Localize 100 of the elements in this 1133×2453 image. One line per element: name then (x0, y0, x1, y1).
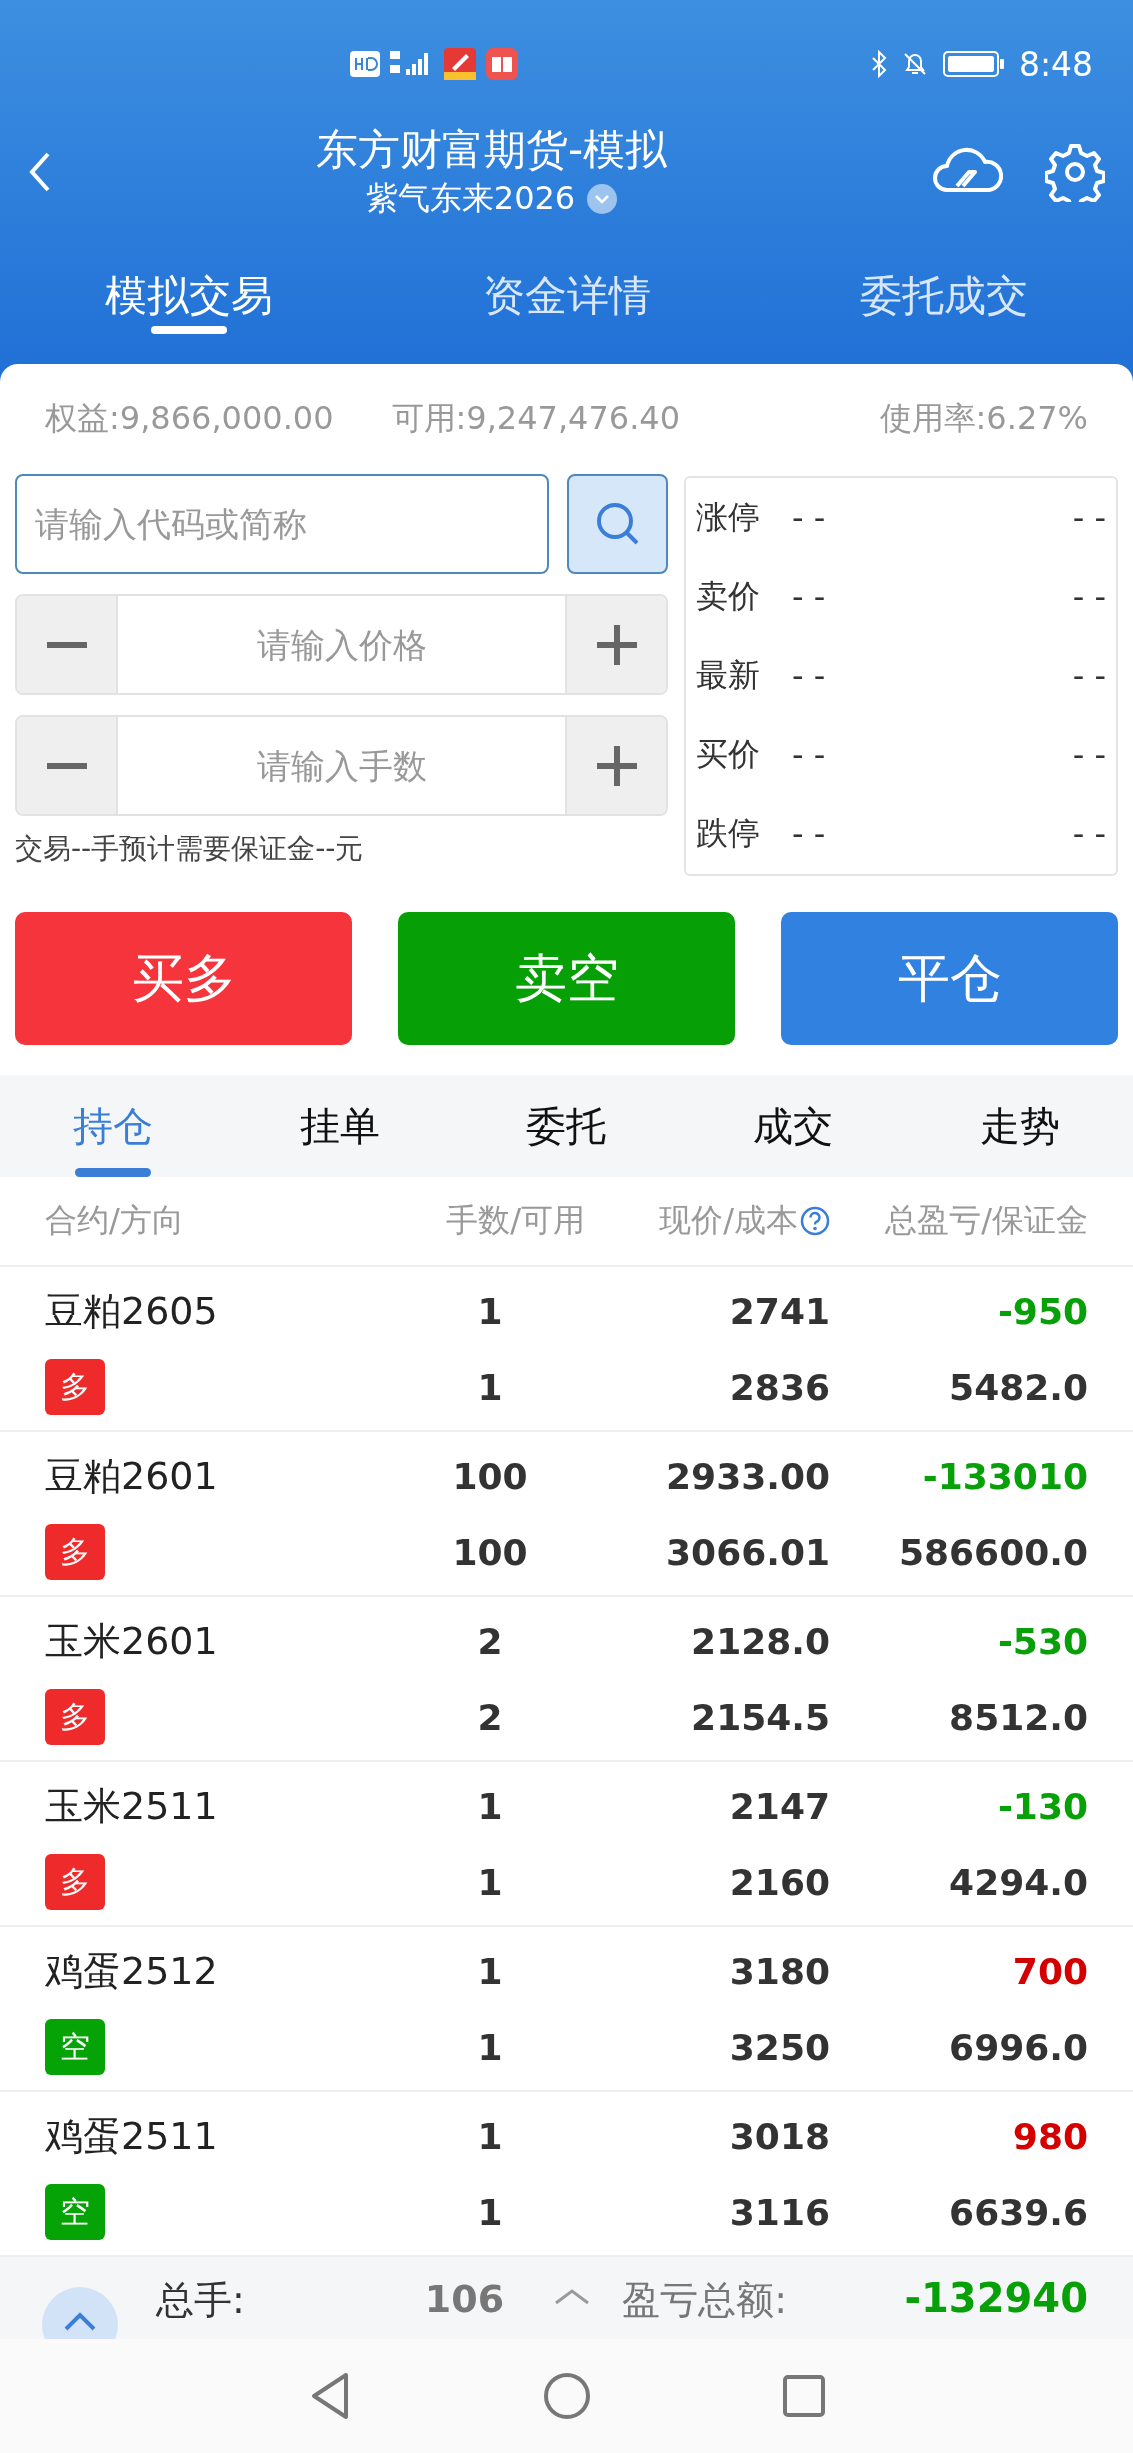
table-cell-text: 2154.5 (690, 1696, 830, 1738)
position-row[interactable]: 玉米2511 1 2147 -130 多 1 2160 4294.0 (0, 1762, 1133, 1927)
table-cell-text: 5482.0 (948, 1366, 1088, 1408)
table-cell-text: 2 (476, 1620, 504, 1662)
minus-button[interactable] (17, 596, 116, 693)
table-cell-text: 3180 (728, 1950, 830, 1992)
quote-label: 涨停 (696, 496, 761, 538)
table-cell-text: 100 (451, 1531, 529, 1573)
position-row[interactable]: 玉米2601 2 2128.0 -530 多 2 2154.5 8512.0 (0, 1597, 1133, 1762)
margin-note: 交易--手预计需要保证金--元 (15, 831, 365, 867)
tab[interactable]: 委托成交 (755, 234, 1133, 336)
notes-app-icon (444, 48, 476, 80)
home-nav-icon[interactable] (541, 2371, 592, 2421)
settings-icon[interactable] (1045, 142, 1105, 202)
price-field[interactable]: 请输入价格 (15, 594, 668, 695)
table-cell-text: 2741 (728, 1290, 830, 1332)
table-cell-text: 3066.01 (665, 1531, 830, 1573)
dropdown-icon[interactable] (587, 184, 618, 214)
column-header: 总盈亏/保证金 (885, 1200, 1088, 1241)
plus-icon (596, 745, 637, 786)
quote-value: - - (1072, 736, 1106, 775)
app-title: 东方财富期货-模拟 (315, 124, 668, 176)
table-cell-text: 700 (1011, 1950, 1088, 1992)
tab[interactable]: 委托 (453, 1075, 680, 1177)
tab[interactable]: 模拟交易 (0, 234, 378, 336)
quote-value: - - (1072, 656, 1106, 695)
table-cell-text: 8512.0 (948, 1696, 1088, 1738)
table-cell-text: 2128.0 (690, 1620, 830, 1662)
equity-text: 权益:9,866,000.00 (45, 398, 334, 439)
table-cell-text: 鸡蛋2511 (45, 2112, 219, 2160)
hd-icon (350, 51, 380, 77)
table-cell-text: -130 (996, 1785, 1088, 1827)
minus-button[interactable] (17, 717, 116, 814)
table-cell-text: 586600.0 (897, 1531, 1088, 1573)
available-text: 可用:9,247,476.40 (391, 398, 681, 439)
quote-value: - - (792, 656, 827, 695)
table-cell-text: 6639.6 (948, 2191, 1088, 2233)
table-cell-text: 2933.00 (665, 1455, 830, 1497)
table-cell-text: -950 (996, 1290, 1088, 1332)
tab[interactable]: 成交 (679, 1075, 907, 1177)
table-cell-text: 2836 (728, 1366, 830, 1408)
table-cell-text: 1 (476, 1290, 504, 1332)
table-cell-text: 1 (476, 2026, 504, 2068)
table-cell-text: 玉米2511 (45, 1782, 219, 1830)
table-cell-text: 鸡蛋2512 (45, 1947, 219, 1995)
table-cell-text: 6996.0 (948, 2026, 1088, 2068)
search-button[interactable] (567, 474, 668, 574)
table-cell-text: 1 (476, 1785, 504, 1827)
direction-tag: 多 (45, 1524, 105, 1580)
tab[interactable]: 走势 (906, 1075, 1133, 1177)
table-cell-text: 1 (476, 1950, 504, 1992)
recents-nav-icon[interactable] (781, 2374, 826, 2418)
close-position-button[interactable]: 平仓 (781, 912, 1118, 1045)
quantity-field[interactable]: 请输入手数 (15, 715, 668, 816)
position-row[interactable]: 豆粕2601 100 2933.00 -133010 多 100 3066.01 586600.0 (0, 1432, 1133, 1597)
plus-button[interactable] (567, 717, 666, 814)
tab[interactable]: 持仓 (0, 1075, 227, 1177)
total-pnl-value: -132940 (904, 2275, 1088, 2321)
position-row[interactable]: 鸡蛋2512 1 3180 700 空 1 3250 6996.0 (0, 1927, 1133, 2092)
table-cell-text: 100 (451, 1455, 529, 1497)
table-cell-text: 3018 (728, 2115, 830, 2157)
direction-tag: 多 (45, 1359, 105, 1415)
total-pnl-label: 盈亏总额: (622, 2277, 787, 2324)
minus-icon (46, 641, 87, 648)
tab[interactable]: 挂单 (226, 1075, 454, 1177)
table-cell-text: 玉米2601 (45, 1617, 219, 1665)
direction-tag: 空 (45, 2184, 105, 2240)
bluetooth-icon (870, 50, 887, 78)
position-row[interactable]: 豆粕2605 1 2741 -950 多 1 2836 5482.0 (0, 1267, 1133, 1432)
table-cell-text: 1 (476, 1366, 504, 1408)
table-cell-text: 2147 (728, 1785, 830, 1827)
buy-long-button[interactable]: 买多 (15, 912, 352, 1045)
minus-icon (46, 762, 87, 769)
direction-tag: 空 (45, 2019, 105, 2075)
table-cell-text: 豆粕2605 (45, 1287, 219, 1335)
direction-tag: 多 (45, 1689, 105, 1745)
column-header: 手数/可用 (446, 1200, 585, 1241)
table-cell-text: 3116 (728, 2191, 830, 2233)
table-cell-text: -133010 (921, 1455, 1088, 1497)
tab[interactable]: 资金详情 (377, 234, 756, 336)
quote-label: 最新 (696, 654, 761, 696)
plus-button[interactable] (567, 596, 666, 693)
column-header: 现价/成本 (659, 1200, 798, 1241)
position-fab-icon[interactable] (40, 2285, 120, 2339)
table-cell-text: 1 (476, 2191, 504, 2233)
quote-value: - - (1072, 498, 1106, 537)
account-name[interactable]: 紫气东来2026 (365, 177, 576, 221)
search-field[interactable]: 请输入代码或简称 (15, 474, 549, 574)
table-cell-text: 1 (476, 1861, 504, 1903)
quote-value: - - (792, 815, 827, 854)
column-header: 合约/方向 (45, 1200, 184, 1241)
table-cell-text: -530 (996, 1620, 1088, 1662)
battery-icon (942, 50, 1005, 78)
quote-value: - - (1072, 815, 1106, 854)
total-lots-value: 106 (424, 2277, 505, 2321)
help-icon[interactable] (800, 1206, 830, 1236)
back-icon[interactable] (28, 150, 52, 194)
quote-label: 买价 (696, 734, 761, 776)
table-cell-text: 豆粕2601 (45, 1452, 219, 1500)
quote-label: 卖价 (696, 575, 761, 617)
